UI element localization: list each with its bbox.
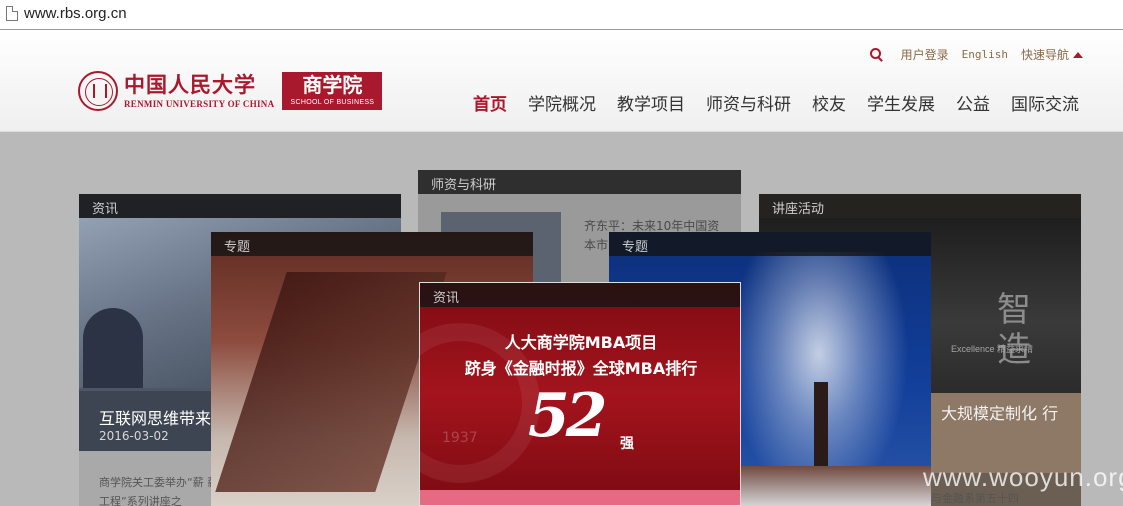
nav-alumni[interactable]: 校友 (812, 90, 846, 115)
tile-tag: 讲座活动 (759, 194, 1081, 218)
login-link[interactable]: 用户登录 (901, 46, 949, 63)
site-logo[interactable]: 中国人民大学 RENMIN UNIVERSITY OF CHINA 商学院 SC… (78, 70, 383, 112)
news-title[interactable]: 互联网思维带来 (99, 405, 211, 429)
english-link[interactable]: English (962, 48, 1008, 61)
logo-en: RENMIN UNIVERSITY OF CHINA (124, 99, 275, 109)
tile-tag: 专题 (609, 232, 931, 256)
nav-faculty-research[interactable]: 师资与科研 (706, 90, 791, 115)
school-badge: 商学院 SCHOOL OF BUSINESS (282, 72, 383, 110)
rank-number: 52 (528, 381, 607, 451)
search-icon[interactable] (869, 48, 883, 61)
logo-cn: 中国人民大学 (124, 72, 256, 97)
founding-year: 1937 (442, 430, 478, 446)
nav-student-development[interactable]: 学生发展 (867, 90, 935, 115)
watermark: www.wooyun.org (923, 462, 1123, 492)
headline-line1: 人大商学院MBA项目 (504, 333, 658, 352)
school-cn: 商学院 (302, 73, 363, 97)
tile-tag: 师资与科研 (418, 170, 741, 194)
caret-up-icon[interactable] (1073, 51, 1083, 58)
nav-public-welfare[interactable]: 公益 (956, 90, 990, 115)
logo-text: 中国人民大学 RENMIN UNIVERSITY OF CHINA (124, 72, 275, 110)
rank-suffix: 强 (620, 436, 634, 452)
address-bar[interactable]: www.rbs.org.cn (0, 0, 1123, 30)
school-en: SCHOOL OF BUSINESS (290, 99, 375, 106)
university-seal-icon (78, 71, 118, 111)
page-icon (6, 6, 18, 21)
excellence-text: Excellence 精益求精 (951, 344, 1034, 354)
url-text[interactable]: www.rbs.org.cn (24, 5, 127, 22)
events-title[interactable]: 龙：大规模定制化 行 (909, 404, 1069, 424)
news-date: 2016-03-02 (99, 429, 169, 443)
tile-tag: 资讯 (420, 283, 740, 307)
zhi-calligraphy: 智造 (997, 290, 1031, 370)
quick-nav-link[interactable]: 快速导航 (1021, 46, 1069, 63)
tile-tag: 资讯 (79, 194, 401, 218)
building-photo (215, 272, 447, 492)
tile-tag: 专题 (211, 232, 533, 256)
headline-line2: 跻身《金融时报》全球MBA排行 (464, 359, 698, 378)
pink-caption-bar (420, 490, 740, 505)
news-excerpt: 商学院关工委举办“薪 薪工程”系列讲座之 (99, 476, 219, 506)
site-header: 中国人民大学 RENMIN UNIVERSITY OF CHINA 商学院 SC… (0, 30, 1123, 132)
news-tile-center[interactable]: 1937 资讯 人大商学院MBA项目 跻身《金融时报》全球MBA排行 52 强 (419, 282, 741, 506)
main-nav: 首页 学院概况 教学项目 师资与科研 校友 学生发展 公益 国际交流 (452, 90, 1079, 115)
nav-international[interactable]: 国际交流 (1011, 90, 1079, 115)
nav-about[interactable]: 学院概况 (528, 90, 596, 115)
top-links: 用户登录 English 快速导航 (869, 46, 1083, 63)
nav-programs[interactable]: 教学项目 (617, 90, 685, 115)
nav-home[interactable]: 首页 (473, 90, 507, 115)
